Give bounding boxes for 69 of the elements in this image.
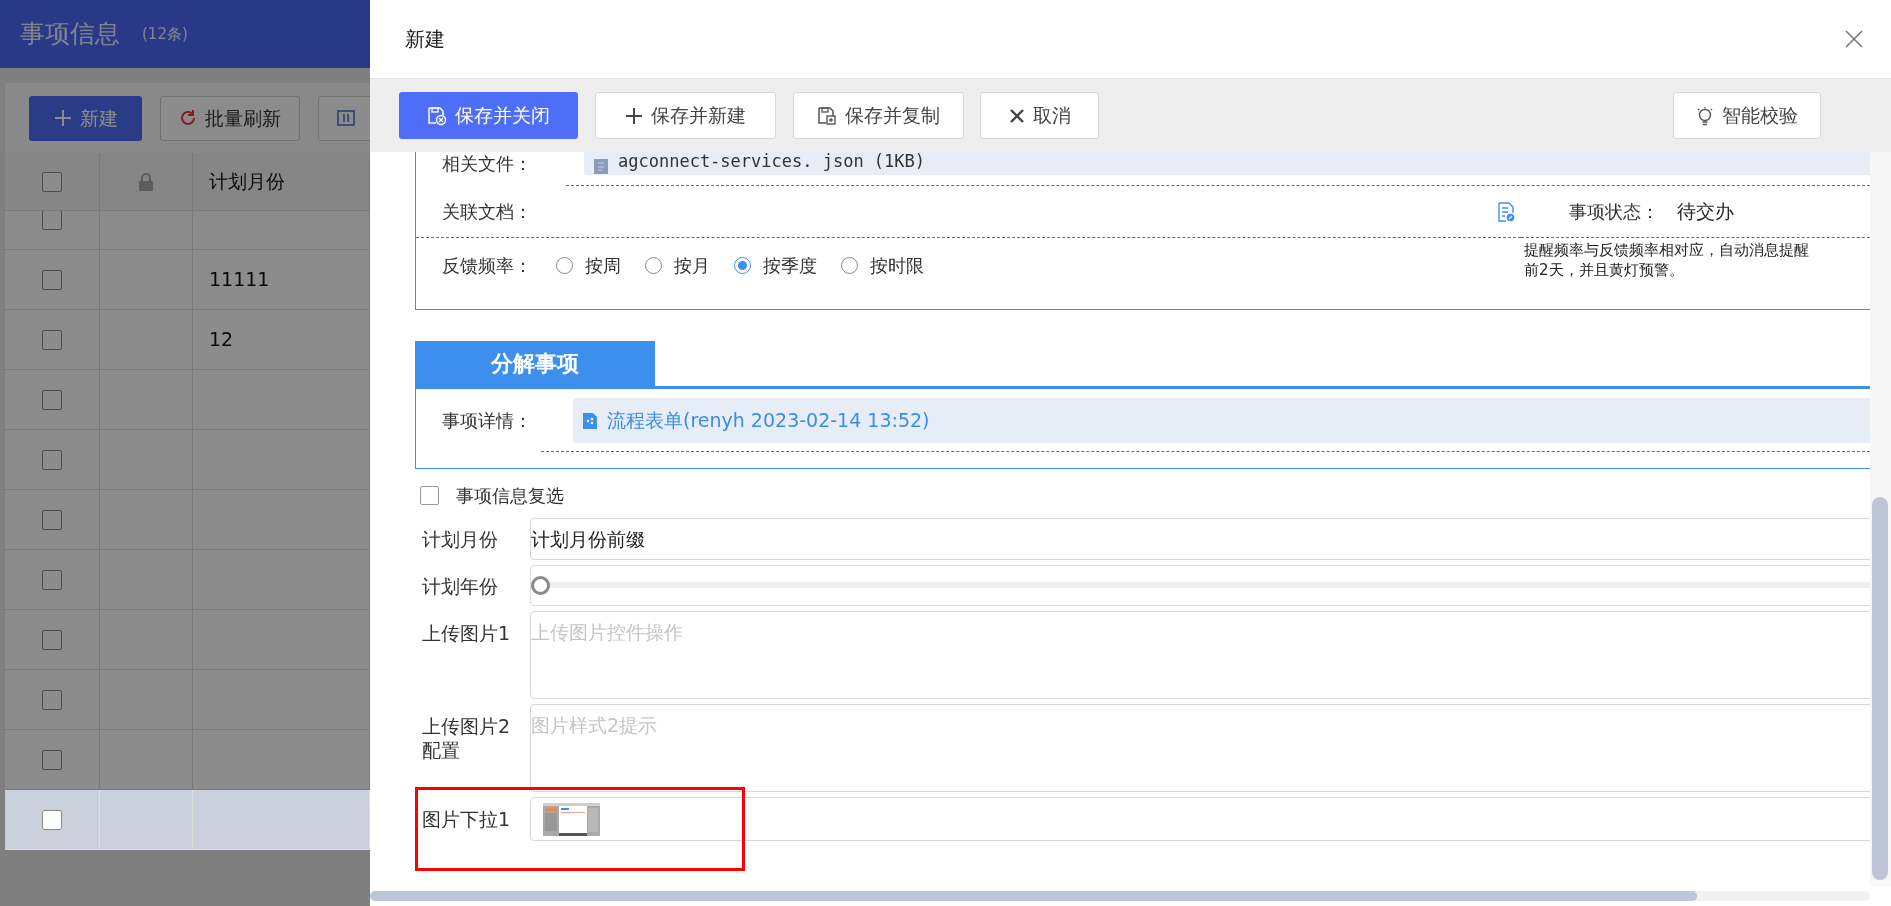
dialog-title: 新建 — [405, 26, 445, 53]
checkbox[interactable] — [42, 509, 62, 530]
checkbox[interactable] — [42, 171, 62, 192]
field-label: 关联文档： — [441, 200, 533, 224]
column-header: 计划月份 — [209, 169, 285, 195]
close-button[interactable] — [1843, 28, 1865, 50]
checkbox[interactable] — [42, 211, 62, 230]
vertical-scrollbar[interactable] — [1870, 152, 1891, 886]
checkbox[interactable] — [42, 329, 62, 350]
page-title: 事项信息 — [20, 18, 120, 51]
field-label: 图片下拉1 — [421, 807, 512, 831]
close-icon — [1845, 30, 1863, 48]
status-value: 待交办 — [1677, 199, 1734, 225]
close-icon — [1008, 107, 1025, 124]
checkbox[interactable] — [42, 389, 62, 410]
checkbox[interactable] — [42, 749, 62, 770]
scrollbar-thumb[interactable] — [1872, 497, 1888, 880]
hint-text: 前2天，并且黄灯预警。 — [1524, 260, 1685, 280]
save-icon — [817, 105, 837, 126]
checkbox[interactable] — [420, 485, 439, 505]
placeholder-text: 图片样式2提示 — [531, 713, 658, 738]
field-value: 计划月份前缀 — [531, 526, 645, 552]
plus-icon — [53, 109, 72, 127]
validate-button[interactable]: 智能校验 — [1673, 92, 1821, 139]
lightbulb-icon — [1696, 105, 1714, 126]
save-new-button[interactable]: 保存并新建 — [595, 92, 776, 139]
table-row[interactable]: 12 — [5, 310, 370, 370]
field-label: 相关文件： — [441, 153, 533, 175]
import-button[interactable] — [318, 95, 370, 141]
field-label: 事项详情： — [441, 409, 533, 433]
hint-text: 提醒频率与反馈频率相对应，自动消息提醒 — [1524, 240, 1809, 260]
save-close-button[interactable]: 保存并关闭 — [399, 92, 578, 139]
field-label: 计划年份 — [421, 573, 499, 598]
table-cell-text: 12 — [209, 327, 234, 353]
refresh-button[interactable]: 批量刷新 — [160, 95, 300, 141]
lock-icon — [138, 172, 154, 191]
radio-option[interactable]: 按时限 — [841, 252, 924, 279]
save-copy-button[interactable]: 保存并复制 — [793, 92, 964, 139]
checkbox[interactable] — [42, 269, 62, 290]
file-icon — [594, 159, 608, 174]
import-icon — [337, 109, 355, 127]
refresh-icon — [179, 109, 197, 127]
table-cell-text: 11111 — [209, 267, 270, 293]
field-label: 计划月份 — [421, 527, 499, 551]
field-label: 上传图片1 — [421, 621, 512, 646]
input-field[interactable]: 计划月份前缀 — [530, 518, 1870, 560]
table-row[interactable]: 11111 — [5, 250, 370, 310]
checkbox[interactable] — [42, 449, 62, 470]
form-icon — [583, 412, 597, 429]
slider-thumb[interactable] — [531, 576, 550, 595]
checkbox-option[interactable]: 事项信息复选 — [420, 483, 564, 507]
radio-option[interactable]: 按月 — [645, 252, 710, 279]
radio-option[interactable]: 按周 — [556, 252, 621, 279]
plus-icon — [625, 106, 643, 125]
checkbox[interactable] — [42, 569, 62, 590]
radio-option[interactable]: 按季度 — [734, 252, 817, 279]
checkbox[interactable] — [42, 689, 62, 710]
placeholder-text: 上传图片控件操作 — [531, 620, 683, 645]
field-label: 上传图片2配置 — [421, 714, 512, 763]
checkbox[interactable] — [42, 809, 62, 830]
item-count: (12条) — [142, 23, 188, 45]
slider[interactable] — [531, 576, 1870, 595]
file-name[interactable]: agconnect-services. json (1KB) — [618, 152, 926, 174]
field-label: 事项状态： — [1569, 200, 1659, 224]
cancel-button[interactable]: 取消 — [980, 92, 1099, 139]
checkbox[interactable] — [42, 629, 62, 650]
save-icon — [427, 105, 447, 126]
field-label: 反馈频率： — [441, 254, 533, 278]
document-link-icon — [1497, 201, 1515, 222]
